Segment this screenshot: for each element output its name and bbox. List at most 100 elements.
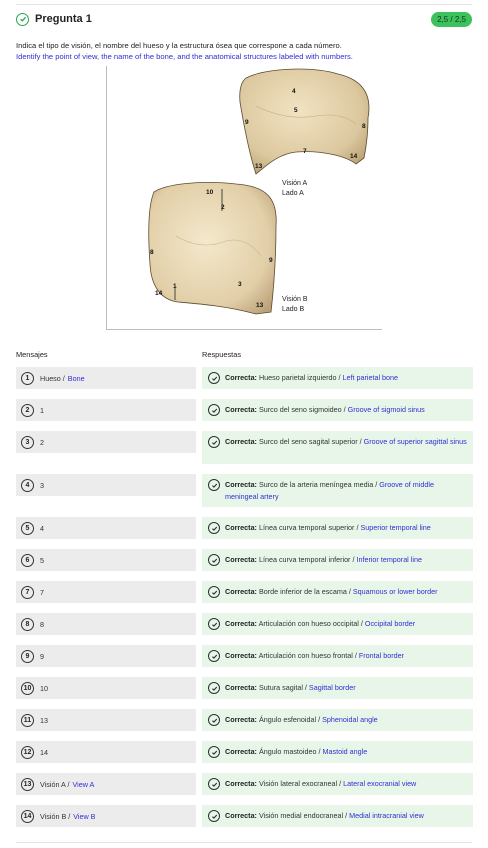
answer-cell: Correcta: Ángulo mastoideo / Mastoid ang… <box>202 741 473 763</box>
answer-text: Correcta: Visión lateral exocraneal / La… <box>225 778 416 790</box>
answer-cell: Correcta: Borde inferior de la escama / … <box>202 581 473 603</box>
message-cell: 43 <box>16 474 196 496</box>
item-number-circle: 11 <box>21 713 34 727</box>
message-cell: 88 <box>16 613 196 635</box>
answer-text: Correcta: Surco de la arteria meníngea m… <box>225 479 467 503</box>
message-cell: 10 10 <box>16 677 196 699</box>
check-circle-icon <box>208 650 220 662</box>
answer-spanish: Articulación con hueso occipital / <box>258 619 363 628</box>
instructions: Indica el tipo de visión, el nombre del … <box>16 40 353 62</box>
answer-spanish: Sutura sagital / <box>258 683 307 692</box>
answer-spanish: Visión lateral exocraneal / <box>258 779 342 788</box>
answer-text: Correcta: Hueso parietal izquierdo / Lef… <box>225 372 398 384</box>
item-number-circle: 14 <box>21 809 34 823</box>
check-circle-icon <box>208 778 220 790</box>
answer-text: Correcta: Surco del seno sigmoideo / Gro… <box>225 404 425 416</box>
answer-text: Correcta: Sutura sagital / Sagittal bord… <box>225 682 356 694</box>
answer-spanish: Ángulo esfenoidal / <box>258 715 321 724</box>
label-b-2: 2 <box>221 204 225 211</box>
label-b-1: 1 <box>173 283 177 290</box>
check-circle-icon <box>208 404 220 416</box>
answer-spanish: Borde inferior de la escama / <box>258 587 351 596</box>
answer-english: Superior temporal line <box>360 523 431 532</box>
label-a-5: 5 <box>294 107 298 114</box>
label-b-8: 8 <box>150 249 154 256</box>
answer-text: Correcta: Articulación con hueso occipit… <box>225 618 415 630</box>
answer-cell: Correcta: Articulación con hueso occipit… <box>202 613 473 635</box>
answer-status: Correcta: <box>225 651 257 660</box>
answer-english: Occipital border <box>364 619 416 628</box>
message-text: 7 <box>40 587 44 597</box>
caption-view-b: Visión B Lado B <box>282 295 308 315</box>
answer-cell: Correcta: Ángulo esfenoidal / Sphenoidal… <box>202 709 473 731</box>
answer-cell: Correcta: Articulación con hueso frontal… <box>202 645 473 667</box>
message-text: 14 <box>40 747 48 757</box>
answer-text: Correcta: Borde inferior de la escama / … <box>225 586 438 598</box>
message-cell: 1 Hueso / Bone <box>16 367 196 389</box>
answer-status: Correcta: <box>225 683 257 692</box>
caption-view-a-line1: Visión A <box>282 180 308 187</box>
bone-view-b <box>148 182 277 315</box>
answer-status: Correcta: <box>225 480 257 489</box>
answer-spanish: Surco del seno sigmoideo / <box>258 405 346 414</box>
caption-view-b-line2: Lado B <box>282 306 305 313</box>
answer-english: Mastoid angle <box>322 747 368 756</box>
check-circle-icon <box>208 479 220 491</box>
item-number-circle: 10 <box>21 681 34 695</box>
label-a-9: 9 <box>245 119 249 126</box>
item-number-circle: 3 <box>21 435 34 449</box>
instruction-english: Identify the point of view, the name of … <box>16 52 353 61</box>
check-circle-icon <box>208 618 220 630</box>
answer-text: Correcta: Ángulo esfenoidal / Sphenoidal… <box>225 714 378 726</box>
answer-spanish: Visión medial endocraneal / <box>258 811 348 820</box>
answer-english: Inferior temporal line <box>356 555 422 564</box>
message-text: Hueso / <box>40 373 65 383</box>
label-b-13: 13 <box>256 302 264 309</box>
message-cell: 65 <box>16 549 196 571</box>
answer-text: Correcta: Ángulo mastoideo / Mastoid ang… <box>225 746 367 758</box>
item-number-circle: 9 <box>21 649 34 663</box>
answer-cell: Correcta: Sutura sagital / Sagittal bord… <box>202 677 473 699</box>
caption-view-b-line1: Visión B <box>282 296 308 303</box>
answer-status: Correcta: <box>225 587 257 596</box>
answer-spanish: Articulación con hueso frontal / <box>258 651 357 660</box>
message-text: Visión A / <box>40 779 70 789</box>
label-b-3: 3 <box>238 281 242 288</box>
check-circle-icon <box>208 586 220 598</box>
answer-english: Lateral exocranial view <box>343 779 417 788</box>
answer-spanish: Ángulo mastoideo / <box>258 747 321 756</box>
message-text: 10 <box>40 683 48 693</box>
message-text-english: View B <box>73 811 96 821</box>
caption-view-a: Visión A Lado A <box>282 179 307 199</box>
message-text: 3 <box>40 480 44 490</box>
answer-cell: Correcta: Línea curva temporal inferior … <box>202 549 473 571</box>
message-cell: 13 Visión A / View A <box>16 773 196 795</box>
answer-status: Correcta: <box>225 437 257 446</box>
bone-figure: 4 5 9 8 7 13 14 10 2 8 9 3 1 14 13 Visió… <box>106 66 382 330</box>
message-text: 13 <box>40 715 48 725</box>
message-text-english: Bone <box>67 373 85 383</box>
answer-english: Left parietal bone <box>342 373 399 382</box>
label-a-8: 8 <box>362 123 366 130</box>
message-text: 9 <box>40 651 44 661</box>
message-cell: 32 <box>16 431 196 453</box>
score-badge: 2,5 / 2,5 <box>431 11 472 27</box>
message-text: 8 <box>40 619 44 629</box>
answer-spanish: Hueso parietal izquierdo / <box>258 373 341 382</box>
message-text: Visión B / <box>40 811 71 821</box>
answer-cell: Correcta: Visión lateral exocraneal / La… <box>202 773 473 795</box>
answer-spanish: Línea curva temporal inferior / <box>258 555 355 564</box>
caption-view-a-line2: Lado A <box>282 190 304 197</box>
check-circle-icon <box>208 714 220 726</box>
answer-status: Correcta: <box>225 779 257 788</box>
messages-column-header: Mensajes <box>16 350 48 359</box>
item-number-circle: 4 <box>21 478 34 492</box>
item-number-circle: 2 <box>21 403 34 417</box>
answer-english: Groove of superior sagittal sinus <box>363 437 467 446</box>
label-a-13: 13 <box>255 163 263 170</box>
instruction-spanish: Indica el tipo de visión, el nombre del … <box>16 41 342 50</box>
label-b-14: 14 <box>155 290 163 297</box>
message-cell: 99 <box>16 645 196 667</box>
question-header: Pregunta 1 2,5 / 2,5 <box>16 9 472 29</box>
answer-cell: Correcta: Surco de la arteria meníngea m… <box>202 474 473 507</box>
